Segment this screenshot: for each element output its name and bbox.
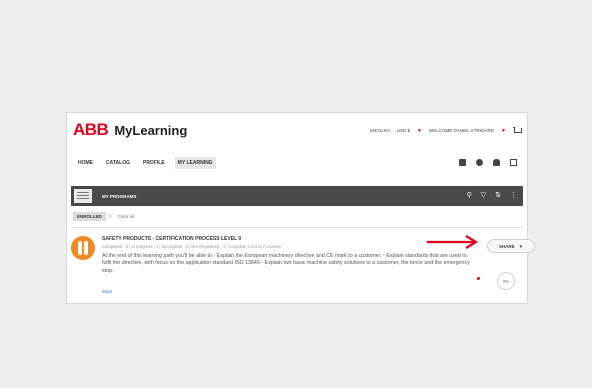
clear-all-link[interactable]: Clear all	[118, 214, 135, 219]
nav-my-learning[interactable]: MY LEARNING	[174, 157, 216, 169]
language-selector[interactable]: ENGLISH	[370, 128, 390, 133]
chevron-down-icon[interactable]: ▼	[501, 128, 506, 134]
brand[interactable]: ABB MyLearning	[73, 120, 188, 139]
course-description: At the end of this learning path you'll …	[102, 253, 470, 274]
programs-thumbnail	[74, 189, 92, 203]
course-icon	[71, 236, 95, 260]
currency-selector[interactable]: USD $	[397, 128, 410, 133]
top-right-menu: ENGLISH USD $ ▼ WELCOME DANIEL STRIGARD …	[370, 127, 522, 134]
chevron-down-icon[interactable]: ▼	[417, 128, 422, 134]
main-nav: HOME CATALOG PROFILE MY LEARNING	[75, 157, 216, 169]
section-bar: MY PROGRAMS ⚲ ▽ ⇅ ⋮	[71, 186, 523, 206]
bell-icon[interactable]	[493, 159, 500, 166]
share-label: SHARE	[498, 243, 515, 249]
screen-icon[interactable]	[510, 159, 517, 166]
status-dot	[477, 277, 480, 280]
divider	[71, 227, 523, 228]
annotation-arrow-icon	[427, 235, 479, 249]
nav-home[interactable]: HOME	[75, 157, 96, 169]
more-icon[interactable]: ⋮	[510, 191, 517, 199]
section-tools: ⚲ ▽ ⇅ ⋮	[467, 191, 517, 199]
course-stats: Completed : 0 | In progress : 1 | Incomp…	[102, 244, 281, 249]
course-title[interactable]: SAFETY PRODUCTS - CERTIFICATION PROCESS …	[102, 236, 241, 242]
sort-icon[interactable]: ⇅	[495, 191, 501, 199]
more-link[interactable]: More	[102, 289, 112, 294]
filter-chip-enrolled[interactable]: ENROLLED	[73, 212, 106, 221]
progress-value: 0%	[502, 278, 510, 284]
book-icon[interactable]	[459, 159, 466, 166]
gear-icon[interactable]	[476, 159, 483, 166]
nav-icons	[459, 159, 517, 166]
app-window: ABB MyLearning ENGLISH USD $ ▼ WELCOME D…	[66, 112, 535, 304]
search-icon[interactable]: ⚲	[467, 191, 472, 199]
welcome-user[interactable]: WELCOME DANIEL STRIGARD	[429, 128, 494, 133]
filter-chips: ENROLLED × Clear all	[73, 212, 134, 221]
chevron-down-icon: ▼	[518, 243, 524, 249]
filter-icon[interactable]: ▽	[481, 191, 486, 199]
nav-catalog[interactable]: CATALOG	[103, 157, 133, 169]
progress-indicator: 0%	[497, 272, 515, 290]
abb-logo: ABB	[73, 120, 109, 139]
close-icon[interactable]: ×	[109, 214, 112, 220]
nav-profile[interactable]: PROFILE	[140, 157, 168, 169]
section-title: MY PROGRAMS	[102, 193, 137, 199]
app-name: MyLearning	[114, 122, 188, 138]
share-button[interactable]: SHARE ▼	[487, 239, 535, 253]
cart-icon[interactable]	[513, 127, 522, 134]
